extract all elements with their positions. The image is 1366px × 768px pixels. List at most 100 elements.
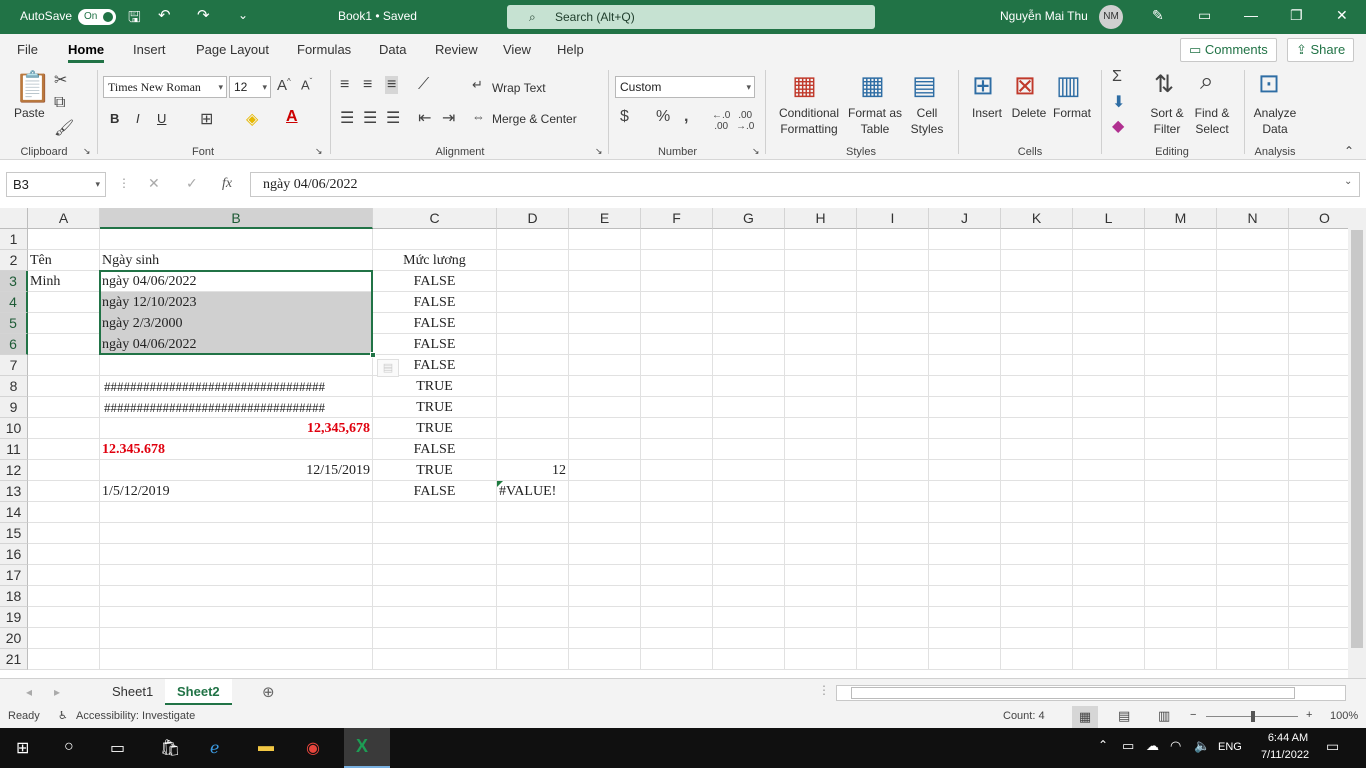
row-header-18[interactable]: 18 xyxy=(0,586,28,607)
column-header-c[interactable]: C xyxy=(373,208,497,229)
underline-button[interactable]: U xyxy=(157,111,166,126)
align-left-icon[interactable]: ☰ xyxy=(340,108,354,128)
insert-cells-label[interactable]: Insert xyxy=(966,106,1008,120)
zoom-in-icon[interactable]: + xyxy=(1306,709,1312,721)
row-header-3[interactable]: 3 xyxy=(0,271,28,292)
font-color-icon[interactable]: A xyxy=(286,108,298,126)
decrease-indent-icon[interactable]: ⇤ xyxy=(418,108,431,128)
search-icon[interactable]: ○ xyxy=(64,738,74,756)
row-header-14[interactable]: 14 xyxy=(0,502,28,523)
row-header-20[interactable]: 20 xyxy=(0,628,28,649)
horizontal-scrollbar[interactable] xyxy=(836,685,1346,701)
delete-cells-icon[interactable]: ⊠ xyxy=(1014,70,1036,101)
tab-page-layout[interactable]: Page Layout xyxy=(196,42,269,57)
save-icon[interactable]: 🖫 xyxy=(128,7,141,32)
scroll-thumb[interactable] xyxy=(1351,230,1363,648)
sort-filter-label-1[interactable]: Sort & xyxy=(1144,106,1190,120)
task-view-icon[interactable]: ▭ xyxy=(110,738,125,758)
fill-color-icon[interactable]: ◈ xyxy=(246,109,258,129)
analyze-data-label-2[interactable]: Data xyxy=(1250,122,1300,136)
error-indicator-icon[interactable] xyxy=(497,481,503,487)
percent-icon[interactable]: % xyxy=(656,108,670,126)
row-header-17[interactable]: 17 xyxy=(0,565,28,586)
cell-c4[interactable]: FALSE xyxy=(373,292,496,313)
column-header-f[interactable]: F xyxy=(641,208,713,229)
cell-styles-icon[interactable]: ▤ xyxy=(912,70,937,101)
sheet-tab-sheet2[interactable]: Sheet2 xyxy=(165,679,232,705)
conditional-formatting-icon[interactable]: ▦ xyxy=(792,70,817,101)
tab-help[interactable]: Help xyxy=(557,42,584,57)
align-middle-icon[interactable]: ≡ xyxy=(363,76,372,94)
column-header-h[interactable]: H xyxy=(785,208,857,229)
align-right-icon[interactable]: ☰ xyxy=(386,108,400,128)
column-header-b[interactable]: B xyxy=(100,208,373,229)
find-select-label-1[interactable]: Find & xyxy=(1188,106,1236,120)
cell-b12[interactable]: 12/15/2019 xyxy=(100,460,372,481)
document-title[interactable]: Book1 • Saved xyxy=(338,9,417,23)
currency-icon[interactable]: $ xyxy=(620,108,629,126)
bold-button[interactable]: B xyxy=(110,111,119,126)
tab-home[interactable]: Home xyxy=(68,42,105,63)
clock-date[interactable]: 7/11/2022 xyxy=(1252,749,1318,761)
language-indicator[interactable]: ENG xyxy=(1218,741,1242,753)
minimize-icon[interactable]: — xyxy=(1244,7,1258,23)
conditional-formatting-label-1[interactable]: Conditional xyxy=(772,106,846,120)
windows-start-icon[interactable]: ⊞ xyxy=(16,738,29,758)
row-header-4[interactable]: 4 xyxy=(0,292,28,313)
scroll-thumb[interactable] xyxy=(851,687,1295,699)
normal-view-icon[interactable]: ▦ xyxy=(1072,706,1098,728)
undo-icon[interactable]: ↶ xyxy=(158,6,171,24)
autosum-icon[interactable]: Σ xyxy=(1112,68,1122,86)
cut-icon[interactable]: ✂ xyxy=(54,70,67,90)
row-header-11[interactable]: 11 xyxy=(0,439,28,460)
cell-b2[interactable]: Ngày sinh xyxy=(100,250,372,271)
row-header-8[interactable]: 8 xyxy=(0,376,28,397)
next-sheet-icon[interactable]: ▸ xyxy=(54,685,60,699)
page-break-view-icon[interactable]: ▥ xyxy=(1158,708,1170,724)
autosave-toggle[interactable]: On xyxy=(78,9,116,25)
cell-b13[interactable]: 1/5/12/2019 xyxy=(100,481,372,502)
format-cells-label[interactable]: Format xyxy=(1050,106,1094,120)
store-icon[interactable]: 🛍 xyxy=(160,738,180,758)
quick-analysis-icon[interactable]: ▤ xyxy=(377,359,399,377)
merge-center-label[interactable]: Merge & Center xyxy=(492,112,577,126)
close-icon[interactable]: ✕ xyxy=(1336,7,1348,24)
delete-cells-label[interactable]: Delete xyxy=(1008,106,1050,120)
row-header-19[interactable]: 19 xyxy=(0,607,28,628)
column-header-j[interactable]: J xyxy=(929,208,1001,229)
cell-c13[interactable]: FALSE xyxy=(373,481,496,502)
wrap-text-label[interactable]: Wrap Text xyxy=(492,81,546,95)
sort-filter-icon[interactable]: ⇅ xyxy=(1154,70,1174,99)
format-as-table-label-1[interactable]: Format as xyxy=(848,106,902,120)
cell-b9[interactable]: ################################## xyxy=(100,397,372,418)
copy-icon[interactable]: ⧉ xyxy=(54,94,65,112)
cell-c8[interactable]: TRUE xyxy=(373,376,496,397)
row-header-12[interactable]: 12 xyxy=(0,460,28,481)
decrease-decimal-icon[interactable]: .00 →.0 xyxy=(736,110,754,132)
select-all-corner[interactable] xyxy=(0,208,28,229)
font-name-combo[interactable]: Times New Roman ▾ xyxy=(103,76,227,98)
maximize-icon[interactable]: ❐ xyxy=(1290,7,1303,24)
format-painter-icon[interactable]: 🖌 xyxy=(54,118,74,138)
accessibility-status[interactable]: Accessibility: Investigate xyxy=(76,710,195,722)
cell-c6[interactable]: FALSE xyxy=(373,334,496,355)
italic-button[interactable]: I xyxy=(136,111,140,126)
zoom-out-icon[interactable]: − xyxy=(1190,709,1196,721)
format-cells-icon[interactable]: ▥ xyxy=(1056,70,1081,101)
column-header-g[interactable]: G xyxy=(713,208,785,229)
clock-time[interactable]: 6:44 AM xyxy=(1258,732,1318,744)
row-header-1[interactable]: 1 xyxy=(0,229,28,250)
formula-input[interactable]: ngày 04/06/2022 xyxy=(250,172,1360,197)
row-header-7[interactable]: 7 xyxy=(0,355,28,376)
comma-style-icon[interactable]: , xyxy=(684,108,688,126)
column-header-d[interactable]: D xyxy=(497,208,569,229)
conditional-formatting-label-2[interactable]: Formatting xyxy=(772,122,846,136)
add-sheet-icon[interactable]: ⊕ xyxy=(262,683,275,701)
clear-icon[interactable]: ◆ xyxy=(1112,116,1124,136)
column-header-l[interactable]: L xyxy=(1073,208,1145,229)
row-header-15[interactable]: 15 xyxy=(0,523,28,544)
column-header-k[interactable]: K xyxy=(1001,208,1073,229)
cell-b10[interactable]: 12,345,678 xyxy=(100,418,372,439)
row-header-9[interactable]: 9 xyxy=(0,397,28,418)
fill-handle[interactable] xyxy=(370,352,376,358)
